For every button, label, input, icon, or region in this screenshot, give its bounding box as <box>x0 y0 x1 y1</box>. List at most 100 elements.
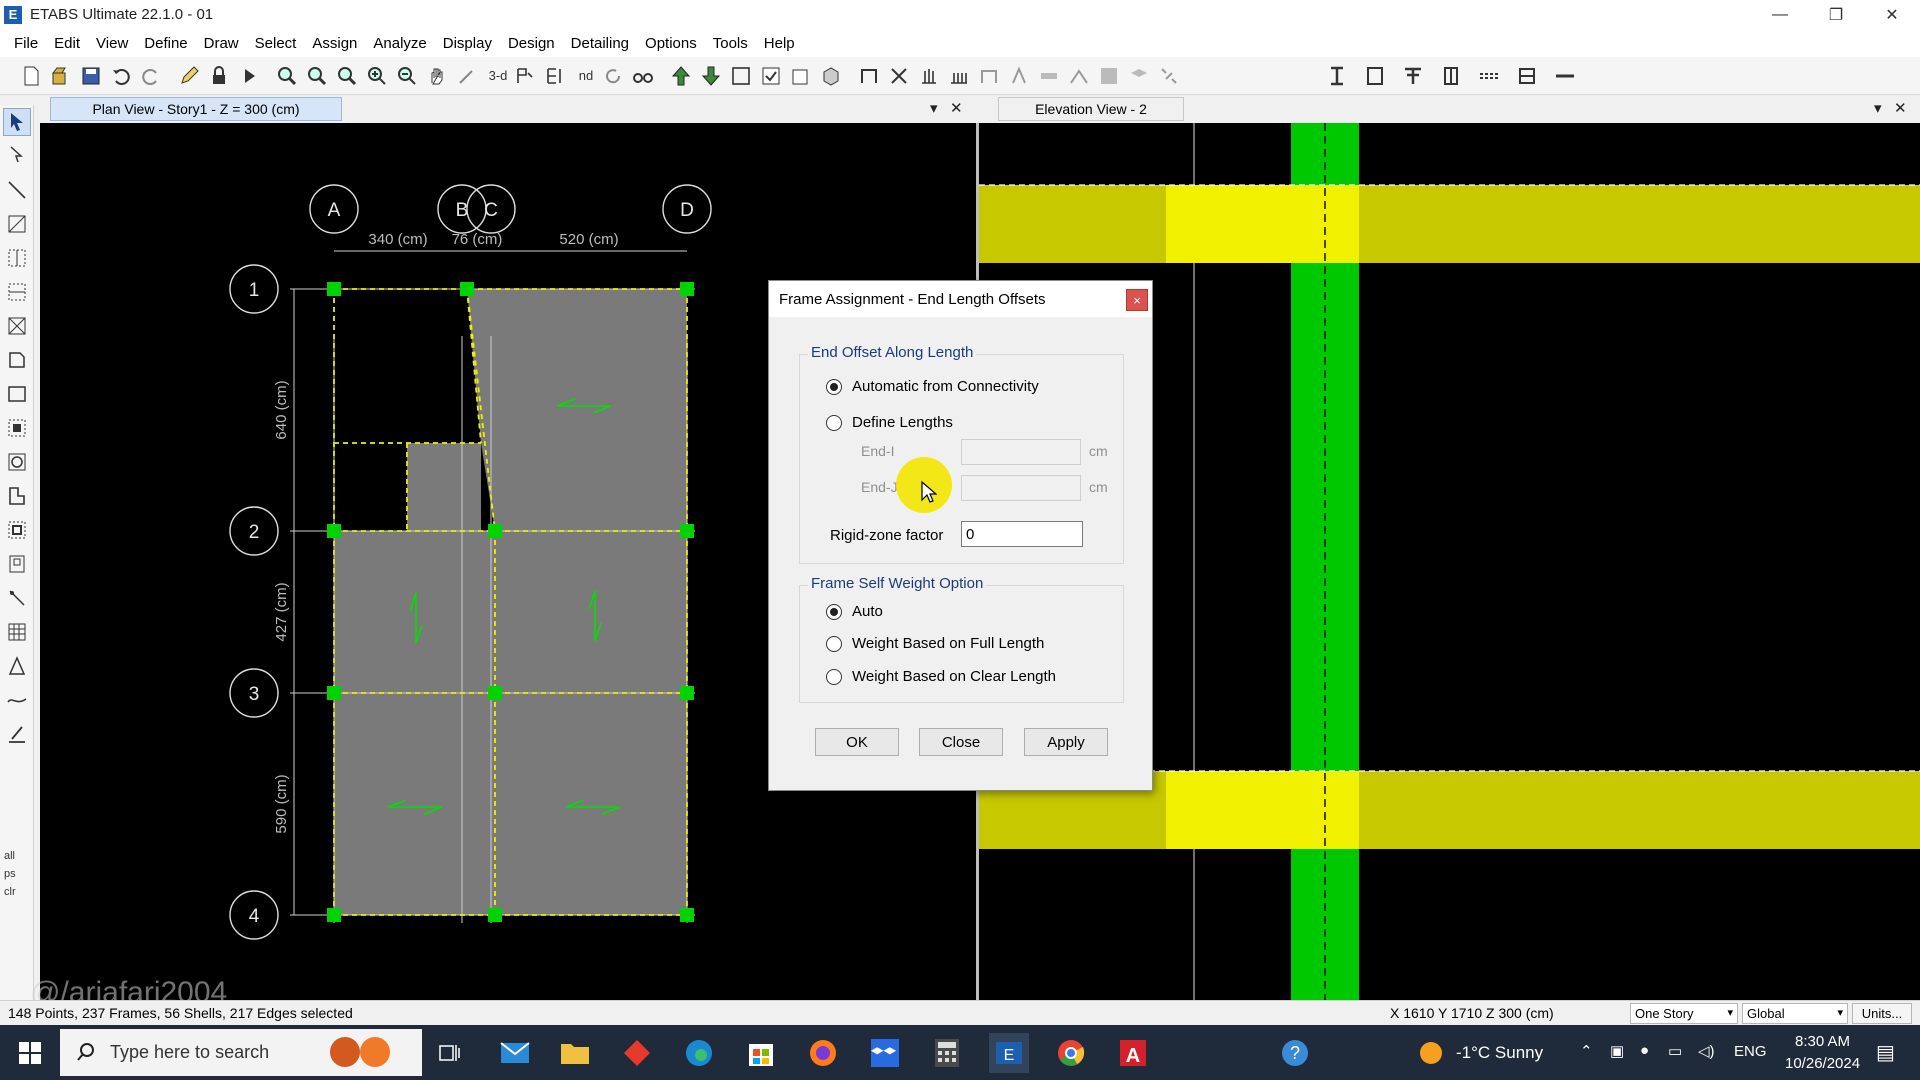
shell-a3[interactable] <box>334 693 495 915</box>
weather-text[interactable]: -1°C Sunny <box>1456 1043 1543 1063</box>
select-all-label[interactable]: all <box>4 850 29 862</box>
draw-grid-icon[interactable] <box>3 618 31 646</box>
coord-system-select[interactable]: Global ▾ <box>1742 1003 1848 1024</box>
draw-area-tool-icon[interactable] <box>3 346 31 374</box>
rigid-zone-field[interactable] <box>961 521 1083 547</box>
draw-circle-area-icon[interactable] <box>3 448 31 476</box>
undo-icon[interactable] <box>108 63 134 89</box>
shell-small[interactable] <box>407 443 481 531</box>
file-explorer-icon[interactable] <box>555 1033 595 1073</box>
menu-design[interactable]: Design <box>500 35 563 52</box>
draw-dimension-icon[interactable] <box>3 720 31 748</box>
task-view-icon[interactable] <box>430 1033 470 1073</box>
end-j-field[interactable] <box>961 475 1081 501</box>
draw-column-grid-icon[interactable] <box>3 244 31 272</box>
chrome-icon[interactable] <box>1051 1033 1091 1073</box>
draw-quick-area-icon[interactable] <box>3 414 31 442</box>
end-i-field[interactable] <box>961 439 1081 465</box>
restore-button[interactable]: ❐ <box>1808 0 1864 29</box>
zoom-restore-icon[interactable] <box>304 63 330 89</box>
open-icon[interactable] <box>48 63 74 89</box>
lock-icon[interactable] <box>206 63 232 89</box>
tab-elevation-view[interactable]: Elevation View - 2 <box>998 97 1184 121</box>
check-icon[interactable] <box>758 63 784 89</box>
calculator-icon[interactable] <box>927 1033 967 1073</box>
dialog-title-bar[interactable]: Frame Assignment - End Length Offsets <box>769 281 1152 317</box>
units-button[interactable]: Units... <box>1852 1003 1912 1024</box>
section-box-icon[interactable] <box>1362 63 1388 89</box>
reshape-icon[interactable] <box>3 142 31 170</box>
clock-time[interactable]: 8:30 AM <box>1795 1033 1850 1050</box>
taskbar-search[interactable]: Type here to search <box>60 1029 422 1076</box>
menu-view[interactable]: View <box>88 35 136 52</box>
clock-date[interactable]: 10/26/2024 <box>1785 1055 1860 1072</box>
named-view-button[interactable]: nd <box>572 68 600 83</box>
rotate-icon[interactable] <box>600 63 626 89</box>
menu-define[interactable]: Define <box>136 35 195 52</box>
zoom-out-icon[interactable] <box>394 63 420 89</box>
draw-column-icon[interactable] <box>916 63 942 89</box>
windows-start-icon[interactable] <box>10 1035 50 1071</box>
section-wall-icon[interactable] <box>1514 63 1540 89</box>
draw-section-cut-icon[interactable] <box>3 652 31 680</box>
draw-rect-area-icon[interactable] <box>3 380 31 408</box>
set-display-icon[interactable] <box>788 63 814 89</box>
menu-draw[interactable]: Draw <box>196 35 247 52</box>
language-indicator[interactable]: ENG <box>1734 1043 1767 1060</box>
pencil-icon[interactable] <box>176 63 202 89</box>
new-model-icon[interactable] <box>18 63 44 89</box>
draw-line-icon[interactable] <box>3 176 31 204</box>
apply-button[interactable]: Apply <box>1024 728 1108 756</box>
store-icon[interactable] <box>741 1033 781 1073</box>
draw-wall-tool-icon[interactable] <box>3 482 31 510</box>
draw-ramp-icon[interactable] <box>1066 63 1092 89</box>
zoom-in-icon[interactable] <box>364 63 390 89</box>
glasses-icon[interactable] <box>630 63 656 89</box>
mail-icon[interactable] <box>495 1033 535 1073</box>
draw-area-icon[interactable] <box>1126 63 1152 89</box>
pointer-icon[interactable] <box>3 108 31 136</box>
view-3d-button[interactable]: 3-d <box>484 68 512 83</box>
microphone-icon[interactable]: ● <box>1640 1042 1649 1059</box>
automatic-connectivity-radio[interactable]: Automatic from Connectivity <box>826 378 1039 395</box>
previous-select-label[interactable]: ps <box>4 868 29 880</box>
shell-c2[interactable] <box>495 531 687 693</box>
pan-icon[interactable] <box>424 63 450 89</box>
draw-wall-grid-icon[interactable] <box>3 516 31 544</box>
self-weight-full-radio[interactable]: Weight Based on Full Length <box>826 635 1044 652</box>
firefox-icon[interactable] <box>803 1033 843 1073</box>
move-up-icon[interactable] <box>668 63 694 89</box>
magic-wand-icon[interactable] <box>454 63 480 89</box>
shell-c3[interactable] <box>495 693 687 915</box>
draw-link-icon[interactable] <box>1156 63 1182 89</box>
menu-edit[interactable]: Edit <box>46 35 88 52</box>
ok-button[interactable]: OK <box>815 728 899 756</box>
clear-select-label[interactable]: clr <box>4 886 29 898</box>
story-select[interactable]: One Story ▾ <box>1630 1003 1738 1024</box>
menu-tools[interactable]: Tools <box>705 35 756 52</box>
battery-icon[interactable]: ▭ <box>1668 1042 1682 1060</box>
volume-icon[interactable]: ◁) <box>1698 1042 1715 1060</box>
plan-close-icon[interactable]: ✕ <box>950 99 963 117</box>
draw-wall-icon[interactable] <box>976 63 1002 89</box>
define-lengths-radio[interactable]: Define Lengths <box>826 414 953 431</box>
run-analysis-icon[interactable] <box>236 63 262 89</box>
close-window-button[interactable]: ✕ <box>1864 0 1920 29</box>
draw-joint-icon[interactable] <box>1006 63 1032 89</box>
redo-icon[interactable] <box>138 63 164 89</box>
draw-opening-icon[interactable] <box>1096 63 1122 89</box>
dialog-close-icon[interactable]: × <box>1126 289 1148 311</box>
notifications-icon[interactable]: ▤ <box>1876 1040 1895 1065</box>
menu-analyze[interactable]: Analyze <box>365 35 434 52</box>
dropbox-icon[interactable] <box>865 1033 905 1073</box>
self-weight-auto-radio[interactable]: Auto <box>826 603 883 620</box>
section-slab-icon[interactable] <box>1476 63 1502 89</box>
shell-a2[interactable] <box>334 531 495 693</box>
zoom-all-icon[interactable] <box>334 63 360 89</box>
beam-upper[interactable] <box>979 185 1920 263</box>
tab-plan-view[interactable]: Plan View - Story1 - Z = 300 (cm) <box>50 97 342 121</box>
draw-brace-icon[interactable] <box>886 63 912 89</box>
tray-chevron-icon[interactable]: ⌃ <box>1580 1042 1593 1060</box>
anydesk-icon[interactable] <box>617 1033 657 1073</box>
draw-opening-tool-icon[interactable] <box>3 550 31 578</box>
